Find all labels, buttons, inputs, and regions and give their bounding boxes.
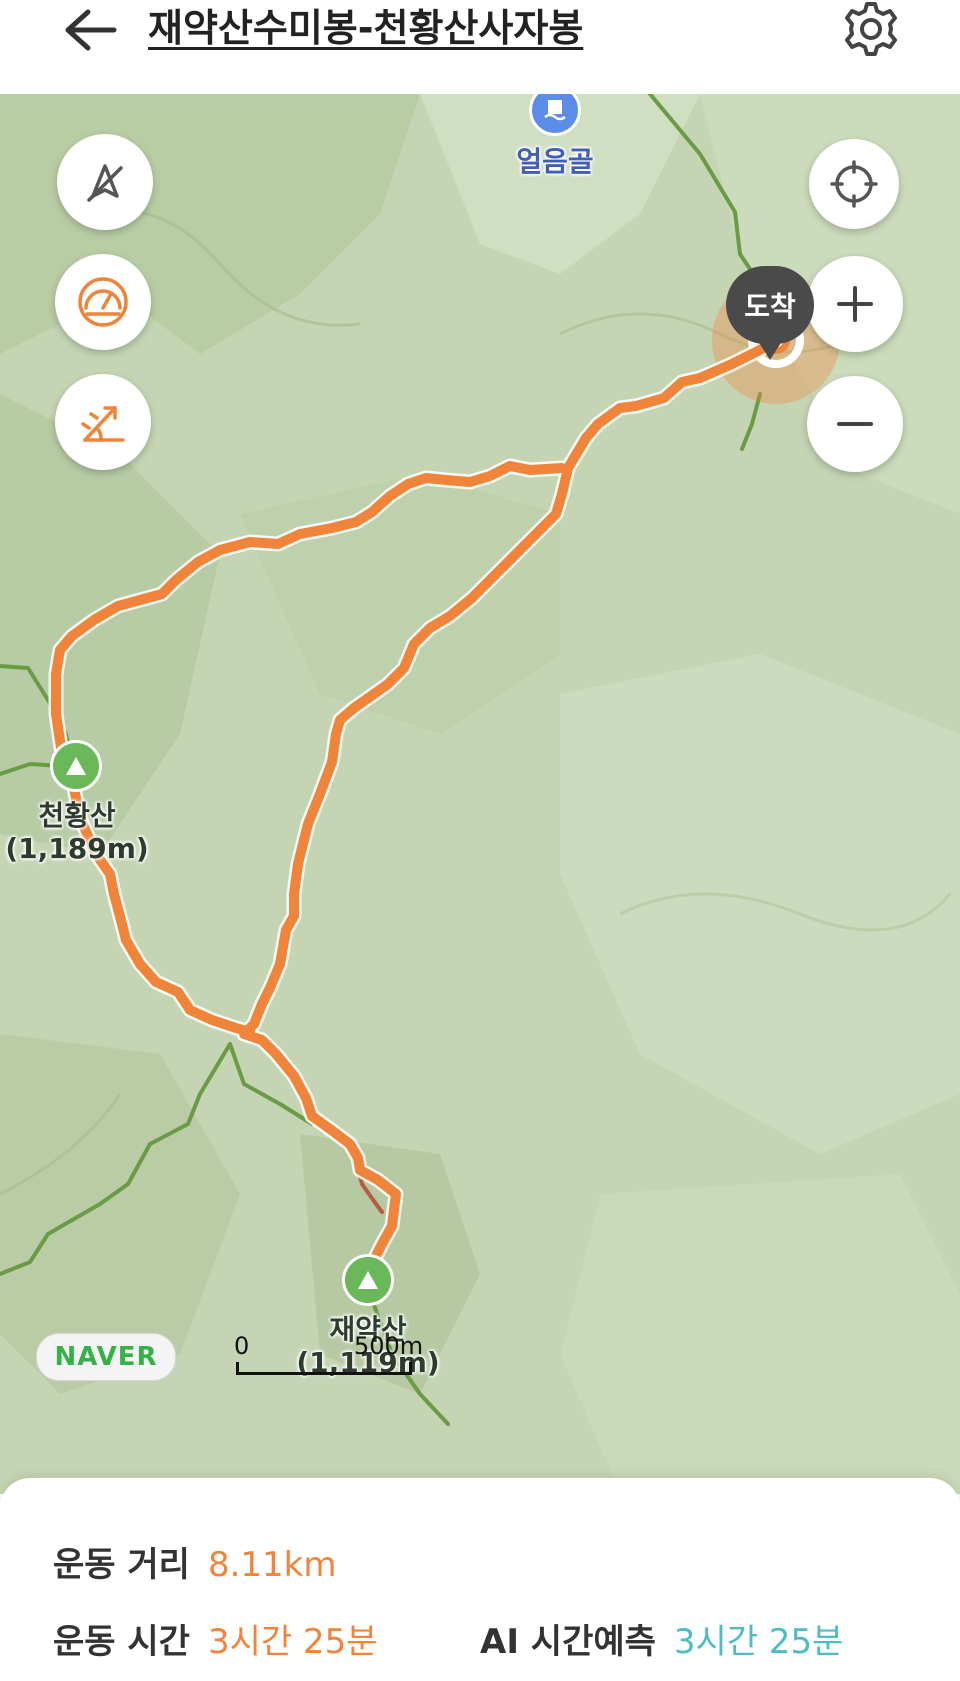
app-header: 재약산수미봉-천황산사자봉 — [0, 0, 960, 94]
time-stat: 운동 시간 3시간 25분 — [53, 1614, 378, 1663]
elevation-button[interactable] — [55, 374, 151, 470]
arrival-marker[interactable]: 도착 — [726, 266, 814, 344]
speedometer-icon — [78, 277, 128, 327]
current-location-button[interactable] — [809, 139, 899, 229]
ai-prediction-label: AI 시간예측 — [480, 1622, 656, 1662]
map-view[interactable]: 얼음골 천황산 (1,189m) 재약산 (1,119m) 도착 — [0, 94, 960, 1494]
peak-name-label: 천황산 — [38, 799, 116, 832]
zoom-out-icon — [837, 422, 873, 426]
distance-value: 8.11km — [207, 1545, 337, 1585]
peak-height-label: (1,189m) — [5, 832, 149, 865]
distance-label: 운동 거리 — [53, 1545, 190, 1585]
peak-icon[interactable] — [50, 740, 102, 792]
poi-label: 얼음골 — [516, 145, 594, 178]
scale-max-label: 500m — [354, 1332, 424, 1360]
waterfall-icon — [544, 100, 566, 121]
settings-button[interactable] — [838, 0, 904, 58]
ai-prediction-value: 3시간 25분 — [673, 1622, 844, 1662]
naver-logo: NAVER — [36, 1333, 176, 1381]
arrival-marker-tail — [756, 338, 784, 360]
compass-off-icon — [87, 164, 123, 202]
speed-button[interactable] — [55, 254, 151, 350]
stats-panel: 운동 거리 8.11km 운동 시간 3시간 25분 AI 시간예측 3시간 25분 — [0, 1478, 960, 1681]
scale-line — [236, 1362, 412, 1375]
mountain-icon — [66, 757, 86, 775]
gear-icon — [845, 2, 897, 56]
zoom-out-button[interactable] — [807, 376, 903, 472]
arrow-left-icon — [65, 9, 117, 51]
time-label: 운동 시간 — [53, 1622, 190, 1662]
zoom-in-button[interactable] — [807, 256, 903, 352]
current-location-icon — [830, 160, 878, 208]
compass-toggle-button[interactable] — [57, 134, 153, 230]
time-value: 3시간 25분 — [207, 1622, 378, 1662]
elevation-chart-icon — [81, 406, 125, 442]
ai-prediction-stat: AI 시간예측 3시간 25분 — [480, 1614, 843, 1663]
zoom-in-icon — [837, 286, 873, 322]
mountain-icon — [358, 1271, 378, 1289]
peak-icon[interactable] — [342, 1254, 394, 1306]
back-button[interactable] — [56, 2, 124, 58]
map-scale: 0 500m — [234, 1332, 454, 1382]
page-title: 재약산수미봉-천황산사자봉 — [148, 6, 584, 50]
distance-stat: 운동 거리 8.11km — [53, 1537, 336, 1586]
scale-zero-label: 0 — [234, 1332, 250, 1360]
